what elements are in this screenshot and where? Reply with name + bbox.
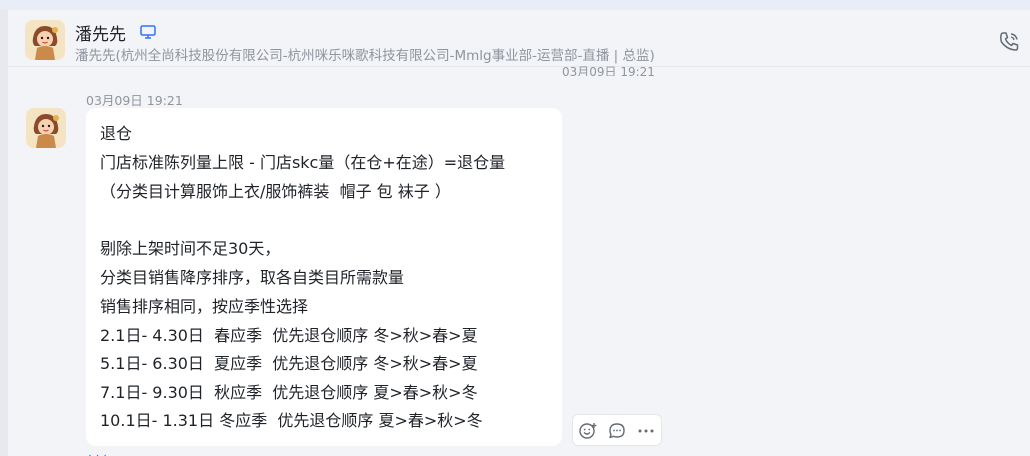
previous-timestamp: 03月09日 19:21 <box>562 66 655 76</box>
more-icon[interactable] <box>635 420 657 442</box>
message-line: 7.1日- 9.30日 秋应季 优先退仓顺序 夏>春>秋>冬 <box>100 383 478 402</box>
contact-name: 潘先先 <box>75 25 126 45</box>
phone-call-icon[interactable] <box>996 29 1022 55</box>
emoji-reaction-icon[interactable] <box>577 420 599 442</box>
sender-avatar[interactable] <box>26 108 66 148</box>
contact-subtitle: 潘先先(杭州全尚科技股份有限公司-杭州咪乐咪歌科技有限公司-Mmlg事业部-运营… <box>75 48 655 64</box>
top-strip <box>0 0 1030 10</box>
sidebar-edge <box>0 10 8 456</box>
avatar-illustration <box>25 20 65 60</box>
message-line: 剔除上架时间不足30天， <box>100 239 281 258</box>
message-line: 10.1日- 1.31日 冬应季 优先退仓顺序 夏>春>秋>冬 <box>100 411 483 430</box>
message-action-bar <box>572 414 662 446</box>
message-line: 销售排序相同，按应季性选择 <box>100 297 309 316</box>
message-timestamp: 03月09日 19:21 <box>86 93 183 108</box>
reply-icon[interactable] <box>606 420 628 442</box>
message-line: （分类目计算服饰上衣/服饰裤装 帽子 包 袜子 ） <box>100 182 451 201</box>
avatar-illustration <box>26 108 66 148</box>
chat-header: 潘先先 潘先先(杭州全尚科技股份有限公司-杭州咪乐咪歌科技有限公司-Mmlg事业… <box>8 10 1030 67</box>
message-bubble[interactable]: 退仓 门店标准陈列量上限 - 门店skc量（在仓+在途）=退仓量 （分类目计算服… <box>86 108 562 446</box>
message-line: 2.1日- 4.30日 春应季 优先退仓顺序 冬>秋>春>夏 <box>100 326 478 345</box>
next-item-peek-text: · · · <box>88 449 108 456</box>
message-line: 门店标准陈列量上限 - 门店skc量（在仓+在途）=退仓量 <box>100 153 506 172</box>
desktop-icon <box>139 23 157 41</box>
previous-timestamp-text: 03月09日 19:21 <box>562 66 655 76</box>
contact-avatar[interactable] <box>25 20 65 60</box>
message-line: 退仓 <box>100 124 133 143</box>
next-item-peek: · · · <box>88 449 168 456</box>
message-line: 5.1日- 6.30日 夏应季 优先退仓顺序 冬>秋>春>夏 <box>100 354 478 373</box>
message-line: 分类目销售降序排序，取各自类目所需款量 <box>100 268 405 287</box>
